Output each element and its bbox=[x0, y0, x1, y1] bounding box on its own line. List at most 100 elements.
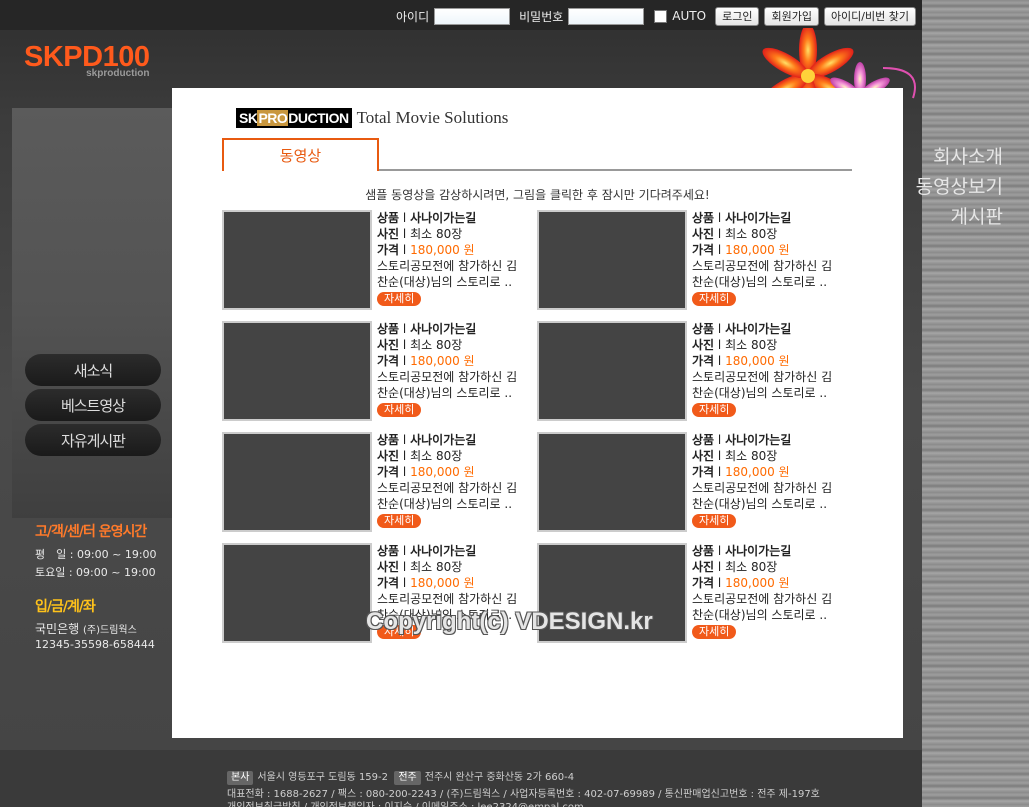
photo-value: 최소 80장 bbox=[725, 449, 778, 463]
login-button[interactable]: 로그인 bbox=[715, 6, 760, 26]
pill-news[interactable]: 새소식 bbox=[25, 354, 161, 386]
more-button[interactable]: 자세히 bbox=[377, 514, 422, 528]
photo-value: 최소 80장 bbox=[410, 449, 463, 463]
separator: l bbox=[717, 449, 722, 463]
product-label: 상품 bbox=[692, 322, 715, 336]
desc-line-2: 찬순(대상)님의 스토리로 .. bbox=[692, 497, 828, 511]
video-item: 상품 l 사나이가는길 사진 l 최소 80장 가격 l 180,000 원 스… bbox=[222, 321, 532, 421]
photo-value: 최소 80장 bbox=[410, 227, 463, 241]
more-button[interactable]: 자세히 bbox=[692, 403, 737, 417]
price-label: 가격 bbox=[377, 465, 400, 479]
product-name[interactable]: 사나이가는길 bbox=[725, 322, 791, 336]
video-thumbnail[interactable] bbox=[537, 210, 687, 310]
auto-login-checkbox[interactable] bbox=[654, 9, 668, 23]
desc-line-1: 스토리공모전에 참가하신 김 bbox=[692, 370, 833, 384]
product-name[interactable]: 사나이가는길 bbox=[410, 211, 476, 225]
weekday-hours: 평 일 : 09:00 ~ 19:00 bbox=[35, 548, 157, 561]
product-name[interactable]: 사나이가는길 bbox=[725, 211, 791, 225]
photo-label: 사진 bbox=[692, 449, 715, 463]
content-area: SK PRO DUCTION Total Movie Solutions 동영상 샘… bbox=[172, 88, 903, 738]
photo-value: 최소 80장 bbox=[725, 560, 778, 574]
product-label: 상품 bbox=[377, 433, 400, 447]
brand-header: SK PRO DUCTION Total Movie Solutions bbox=[236, 108, 508, 128]
site-logo[interactable]: SKPD100 skproduction bbox=[24, 42, 150, 79]
desc-line-2: 찬순(대상)님의 스토리로 .. bbox=[692, 386, 828, 400]
price-value: 180,000 원 bbox=[410, 243, 475, 257]
bank-name: 국민은행 bbox=[35, 622, 80, 636]
photo-label: 사진 bbox=[377, 338, 400, 352]
video-item: 상품 l 사나이가는길 사진 l 최소 80장 가격 l 180,000 원 스… bbox=[537, 210, 847, 310]
jeonju-tag: 전주 bbox=[394, 771, 421, 785]
copyright-watermark: Copyright(c) VDESIGN.kr bbox=[366, 608, 653, 635]
bank-title: 입/금/계/좌 bbox=[35, 599, 96, 615]
pill-free-board[interactable]: 자유게시판 bbox=[25, 424, 161, 456]
separator: l bbox=[402, 211, 407, 225]
video-thumbnail[interactable] bbox=[537, 432, 687, 532]
saturday-hours: 토요일 : 09:00 ~ 19:00 bbox=[35, 566, 156, 579]
nav-board[interactable]: 게시판 bbox=[916, 202, 1003, 232]
more-button[interactable]: 자세히 bbox=[692, 292, 737, 306]
product-name[interactable]: 사나이가는길 bbox=[410, 322, 476, 336]
video-thumbnail[interactable] bbox=[537, 321, 687, 421]
photo-label: 사진 bbox=[377, 449, 400, 463]
separator: l bbox=[717, 211, 722, 225]
video-thumbnail[interactable] bbox=[222, 210, 372, 310]
separator: l bbox=[402, 354, 407, 368]
photo-value: 최소 80장 bbox=[410, 338, 463, 352]
product-name[interactable]: 사나이가는길 bbox=[725, 433, 791, 447]
video-description: 상품 l 사나이가는길 사진 l 최소 80장 가격 l 180,000 원 스… bbox=[692, 321, 852, 417]
photo-label: 사진 bbox=[377, 227, 400, 241]
desc-line-1: 스토리공모전에 참가하신 김 bbox=[692, 481, 833, 495]
video-description: 상품 l 사나이가는길 사진 l 최소 80장 가격 l 180,000 원 스… bbox=[377, 432, 537, 528]
separator: l bbox=[402, 560, 407, 574]
left-panel bbox=[12, 108, 172, 518]
footer-privacy[interactable]: 개인정보취급방침 / 개인정보책임자 : 이지승 / 이메일주소 : lee23… bbox=[227, 798, 584, 807]
photo-value: 최소 80장 bbox=[410, 560, 463, 574]
video-thumbnail[interactable] bbox=[222, 321, 372, 421]
price-label: 가격 bbox=[377, 576, 400, 590]
pill-best-video[interactable]: 베스트영상 bbox=[25, 389, 161, 421]
price-value: 180,000 원 bbox=[725, 465, 790, 479]
video-thumbnail[interactable] bbox=[222, 432, 372, 532]
price-label: 가격 bbox=[377, 354, 400, 368]
more-button[interactable]: 자세히 bbox=[692, 625, 737, 639]
bank-info: 국민은행 (주)드림웍스 bbox=[35, 620, 137, 637]
hq-tag: 본사 bbox=[227, 771, 254, 785]
more-button[interactable]: 자세히 bbox=[692, 514, 737, 528]
separator: l bbox=[717, 433, 722, 447]
jeonju-address: 전주시 완산구 중화산동 2가 660-4 bbox=[424, 772, 575, 783]
price-label: 가격 bbox=[692, 465, 715, 479]
video-thumbnail[interactable] bbox=[222, 543, 372, 643]
separator: l bbox=[717, 544, 722, 558]
find-account-button[interactable]: 아이디/비번 찾기 bbox=[823, 6, 916, 26]
video-item: 상품 l 사나이가는길 사진 l 최소 80장 가격 l 180,000 원 스… bbox=[537, 321, 847, 421]
id-input[interactable] bbox=[434, 7, 511, 25]
brand-tagline: Total Movie Solutions bbox=[356, 108, 509, 127]
price-value: 180,000 원 bbox=[410, 354, 475, 368]
photo-label: 사진 bbox=[692, 338, 715, 352]
tab-videos[interactable]: 동영상 bbox=[222, 138, 379, 171]
brand-duction: DUCTION bbox=[288, 110, 349, 126]
separator: l bbox=[717, 576, 722, 590]
separator: l bbox=[717, 227, 722, 241]
password-label: 비밀번호 bbox=[519, 9, 564, 24]
brand-pro: PRO bbox=[257, 110, 289, 126]
photo-value: 최소 80장 bbox=[725, 338, 778, 352]
right-edge-stripes bbox=[922, 0, 1029, 807]
desc-line-2: 찬순(대상)님의 스토리로 .. bbox=[377, 386, 513, 400]
separator: l bbox=[402, 338, 407, 352]
more-button[interactable]: 자세히 bbox=[377, 403, 422, 417]
nav-videos[interactable]: 동영상보기 bbox=[916, 172, 1003, 202]
footer: 본사 서울시 영등포구 도림동 159-2 전주 전주시 완산구 중화산동 2가 6… bbox=[0, 750, 922, 807]
brand-sk: SK bbox=[239, 110, 258, 126]
product-name[interactable]: 사나이가는길 bbox=[410, 433, 476, 447]
photo-label: 사진 bbox=[692, 560, 715, 574]
separator: l bbox=[402, 544, 407, 558]
video-item: 상품 l 사나이가는길 사진 l 최소 80장 가격 l 180,000 원 스… bbox=[537, 432, 847, 532]
more-button[interactable]: 자세히 bbox=[377, 292, 422, 306]
product-name[interactable]: 사나이가는길 bbox=[410, 544, 476, 558]
password-input[interactable] bbox=[568, 7, 645, 25]
join-button[interactable]: 회원가입 bbox=[764, 6, 819, 26]
product-name[interactable]: 사나이가는길 bbox=[725, 544, 791, 558]
nav-company[interactable]: 회사소개 bbox=[916, 142, 1003, 172]
